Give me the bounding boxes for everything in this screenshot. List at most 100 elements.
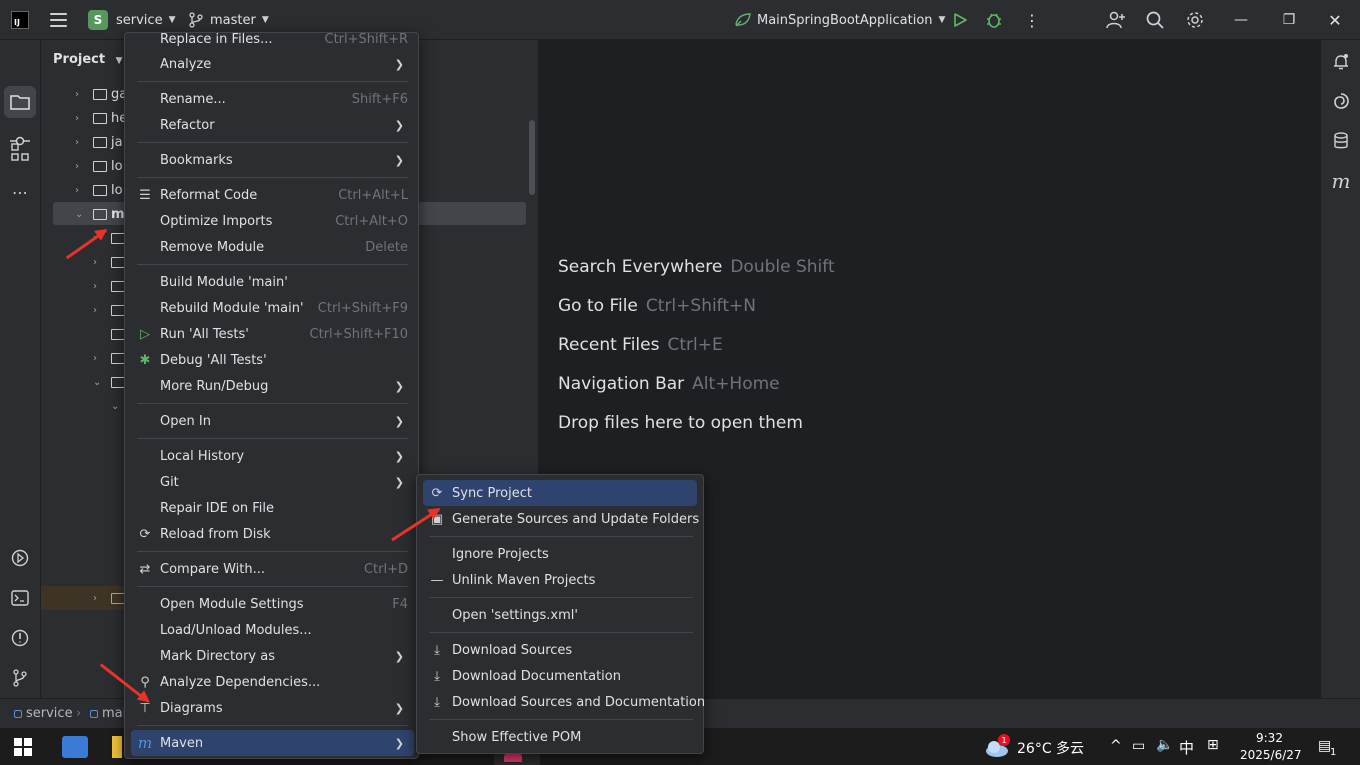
tree-item[interactable]: › ja (75, 131, 123, 153)
windows-start-icon[interactable] (14, 738, 32, 756)
submenu-item-show-effective-pom[interactable]: Show Effective POM (423, 724, 697, 750)
folder-icon[interactable] (8, 90, 32, 114)
menu-item-remove-module[interactable]: Remove Module Delete (131, 234, 414, 260)
submenu-item-download-documentation[interactable]: ⤓ Download Documentation (423, 663, 697, 689)
project-panel-title[interactable]: Project ▼ (53, 52, 123, 67)
network-icon[interactable]: ▭ (1132, 738, 1145, 754)
ime-mode-icon[interactable]: ⊞ (1207, 737, 1219, 753)
problems-icon[interactable] (8, 626, 32, 650)
menu-item-analyze-dependencies[interactable]: ⚲ Analyze Dependencies... (131, 669, 414, 695)
run-config-selector[interactable]: MainSpringBootApplication ▼ (734, 0, 945, 40)
menu-item-build-module[interactable]: Build Module 'main' (131, 269, 414, 295)
tree-item-selected-module[interactable]: ⌄ m (75, 203, 125, 225)
intellij-logo-icon[interactable]: IJ (11, 11, 29, 29)
menu-item-git[interactable]: Git ❯ (131, 469, 414, 495)
menu-item-rebuild-module[interactable]: Rebuild Module 'main' Ctrl+Shift+F9 (131, 295, 414, 321)
menu-item-diagrams[interactable]: ⊤ Diagrams ❯ (131, 695, 414, 721)
weather-text[interactable]: 26°C 多云 (1017, 738, 1084, 758)
debug-button[interactable] (985, 0, 1003, 40)
tree-item[interactable] (93, 323, 125, 345)
project-badge: S (88, 10, 108, 30)
menu-item-bookmarks[interactable]: Bookmarks ❯ (131, 147, 414, 173)
chevron-right-icon: ❯ (394, 736, 404, 750)
submenu-item-download-sources-docs[interactable]: ⤓ Download Sources and Documentation (423, 689, 705, 715)
breadcrumb-main[interactable]: mai (90, 706, 126, 721)
menu-item-open-in[interactable]: Open In ❯ (131, 408, 414, 434)
structure-icon[interactable] (8, 140, 32, 164)
menu-item-load-unload-modules[interactable]: Load/Unload Modules... (131, 617, 414, 643)
tree-item[interactable]: › (93, 275, 125, 297)
menu-item-reload-from-disk[interactable]: ⟳ Reload from Disk (131, 521, 414, 547)
menu-separator (429, 597, 693, 598)
chevron-right-icon: ❯ (394, 153, 404, 167)
chevron-right-icon: ❯ (394, 57, 404, 71)
menu-item-compare-with[interactable]: ⇄ Compare With... Ctrl+D (131, 556, 414, 582)
restore-icon[interactable]: ❐ (1266, 0, 1312, 40)
terminal-icon[interactable] (8, 586, 32, 610)
tree-item[interactable]: › (93, 251, 125, 273)
menu-item-optimize-imports[interactable]: Optimize Imports Ctrl+Alt+O (131, 208, 414, 234)
services-icon[interactable] (8, 546, 32, 570)
close-icon[interactable]: ✕ (1312, 0, 1358, 40)
submenu-item-open-settings-xml[interactable]: Open 'settings.xml' (423, 602, 697, 628)
add-user-icon[interactable] (1106, 0, 1126, 40)
sync-icon: ⟳ (431, 485, 443, 501)
menu-item-debug-all-tests[interactable]: ✱ Debug 'All Tests' (131, 347, 414, 373)
menu-item-mark-directory-as[interactable]: Mark Directory as ❯ (131, 643, 414, 669)
tree-scrollbar[interactable] (529, 120, 535, 195)
database-icon[interactable] (1329, 129, 1353, 153)
menu-item-analyze[interactable]: Analyze ❯ (131, 51, 414, 77)
clock-date[interactable]: 2025/6/27 (1240, 748, 1302, 762)
volume-icon[interactable]: 🔈 (1156, 737, 1173, 753)
tree-item[interactable]: › he (75, 107, 127, 129)
breadcrumb-separator: › (76, 706, 82, 721)
maven-icon[interactable]: m (1329, 169, 1353, 193)
tree-item[interactable]: › ga (75, 83, 127, 105)
tree-item[interactable]: › lo (75, 155, 123, 177)
submenu-item-generate-sources[interactable]: ▣ Generate Sources and Update Folders (423, 506, 699, 532)
clock-time[interactable]: 9:32 (1256, 731, 1283, 745)
run-icon: ▷ (140, 326, 150, 342)
menu-item-more-run-debug[interactable]: More Run/Debug ❯ (131, 373, 414, 399)
tray-chevron-up-icon[interactable]: ^ (1110, 738, 1122, 754)
tree-item-excluded[interactable]: › (93, 587, 125, 609)
menu-item-open-module-settings[interactable]: Open Module Settings F4 (131, 591, 414, 617)
notifications-icon[interactable] (1329, 50, 1353, 74)
submenu-item-ignore-projects[interactable]: Ignore Projects (423, 541, 697, 567)
ai-assistant-icon[interactable] (1329, 89, 1353, 113)
tree-item[interactable]: › (93, 347, 125, 369)
search-icon[interactable] (1146, 0, 1164, 40)
more-actions-icon[interactable]: ⋮ (1024, 0, 1040, 40)
menu-separator (137, 403, 408, 404)
file-explorer-icon[interactable] (112, 736, 122, 758)
submenu-item-sync-project[interactable]: ⟳ Sync Project (423, 480, 697, 506)
menu-item-refactor[interactable]: Refactor ❯ (131, 112, 414, 138)
main-menu-icon[interactable] (50, 13, 67, 27)
folder-icon (111, 328, 125, 340)
tree-item[interactable]: › lo (75, 179, 123, 201)
more-tools-icon[interactable]: ⋯ (8, 180, 32, 204)
menu-item-run-all-tests[interactable]: ▷ Run 'All Tests' Ctrl+Shift+F10 (131, 321, 414, 347)
menu-item-maven[interactable]: m Maven ❯ (131, 730, 414, 756)
gear-icon[interactable] (1186, 0, 1204, 40)
project-name: service (116, 12, 163, 28)
menu-item-reformat-code[interactable]: ☰ Reformat Code Ctrl+Alt+L (131, 182, 414, 208)
tree-item[interactable]: › (93, 299, 125, 321)
taskbar-app-icon[interactable] (62, 736, 88, 758)
git-icon[interactable] (8, 666, 32, 690)
chevron-down-icon: ▼ (168, 15, 176, 25)
submenu-item-unlink-maven[interactable]: — Unlink Maven Projects (423, 567, 697, 593)
menu-item-rename[interactable]: Rename... Shift+F6 (131, 86, 414, 112)
menu-item-local-history[interactable]: Local History ❯ (131, 443, 414, 469)
tree-item[interactable]: ⌄ (111, 395, 123, 417)
tree-item[interactable]: ⌄ (93, 371, 125, 393)
menu-item-repair-ide[interactable]: Repair IDE on File (131, 495, 414, 521)
ime-indicator[interactable]: 中 (1179, 737, 1194, 758)
menu-item-replace-in-files[interactable]: Replace in Files... Ctrl+Shift+R (131, 33, 414, 52)
submenu-item-download-sources[interactable]: ⤓ Download Sources (423, 637, 697, 663)
breadcrumb-service[interactable]: service (14, 706, 73, 721)
weather-icon[interactable]: 1 (984, 734, 1012, 762)
notification-count: 1 (1330, 747, 1337, 758)
run-button[interactable] (952, 0, 968, 40)
minimize-icon[interactable]: — (1218, 0, 1264, 40)
